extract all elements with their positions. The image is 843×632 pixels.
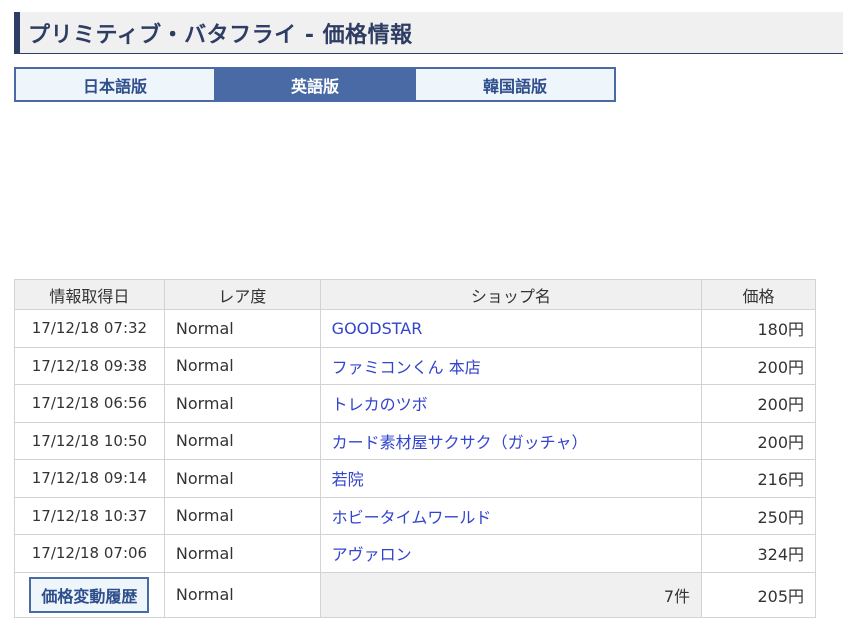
- column-header-rarity: レア度: [163, 279, 321, 310]
- date-cell: 17/12/18 10:37: [14, 496, 165, 535]
- table-row: 17/12/18 10:50 Normal カード素材屋サクサク（ガッチャ） 2…: [14, 421, 816, 460]
- page-title: プリミティブ・バタフライ - 価格情報: [28, 22, 413, 48]
- price-cell: 200円: [701, 346, 816, 385]
- column-header-date: 情報取得日: [14, 279, 165, 310]
- tab-japanese[interactable]: 日本語版: [16, 69, 214, 100]
- date-cell: 17/12/18 10:50: [14, 421, 165, 460]
- date-cell: 17/12/18 09:38: [14, 346, 165, 385]
- price-cell: 216円: [701, 459, 816, 498]
- rarity-cell: Normal: [163, 459, 321, 498]
- table-row: 17/12/18 09:38 Normal ファミコンくん 本店 200円: [14, 346, 816, 385]
- shop-cell: アヴァロン: [319, 534, 703, 573]
- table-row: 17/12/18 10:37 Normal ホビータイムワールド 250円: [14, 496, 816, 535]
- rarity-cell: Normal: [163, 384, 321, 423]
- price-table: 情報取得日 レア度 ショップ名 価格 17/12/18 07:32 Normal…: [14, 279, 816, 618]
- rarity-cell: Normal: [163, 534, 321, 573]
- rarity-cell: Normal: [163, 421, 321, 460]
- price-cell: 180円: [701, 309, 816, 348]
- table-row: 17/12/18 07:06 Normal アヴァロン 324円: [14, 534, 816, 573]
- shop-link[interactable]: カード素材屋サクサク（ガッチャ）: [332, 433, 588, 452]
- summary-count-cell: 7件: [319, 571, 703, 618]
- summary-button-cell: 価格変動履歴: [14, 571, 165, 618]
- price-cell: 324円: [701, 534, 816, 573]
- summary-row: 価格変動履歴 Normal 7件 205円: [14, 571, 816, 618]
- shop-link[interactable]: トレカのツボ: [332, 395, 428, 414]
- shop-cell: ホビータイムワールド: [319, 496, 703, 535]
- table-header-row: 情報取得日 レア度 ショップ名 価格: [14, 279, 816, 310]
- page-header: プリミティブ・バタフライ - 価格情報: [14, 12, 843, 54]
- rarity-cell: Normal: [163, 309, 321, 348]
- shop-link[interactable]: GOODSTAR: [332, 319, 423, 338]
- rarity-cell: Normal: [163, 346, 321, 385]
- date-cell: 17/12/18 06:56: [14, 384, 165, 423]
- shop-cell: ファミコンくん 本店: [319, 346, 703, 385]
- tab-english[interactable]: 英語版: [214, 69, 414, 100]
- tab-korean[interactable]: 韓国語版: [414, 69, 614, 100]
- column-header-price: 価格: [701, 279, 816, 310]
- date-cell: 17/12/18 09:14: [14, 459, 165, 498]
- date-cell: 17/12/18 07:06: [14, 534, 165, 573]
- date-cell: 17/12/18 07:32: [14, 309, 165, 348]
- shop-cell: トレカのツボ: [319, 384, 703, 423]
- shop-cell: 若院: [319, 459, 703, 498]
- price-cell: 200円: [701, 421, 816, 460]
- price-cell: 200円: [701, 384, 816, 423]
- summary-price-cell: 205円: [701, 571, 816, 618]
- table-row: 17/12/18 06:56 Normal トレカのツボ 200円: [14, 384, 816, 423]
- rarity-cell: Normal: [163, 496, 321, 535]
- table-row: 17/12/18 09:14 Normal 若院 216円: [14, 459, 816, 498]
- shop-link[interactable]: 若院: [332, 470, 364, 489]
- shop-link[interactable]: ファミコンくん 本店: [332, 358, 481, 377]
- summary-rarity-cell: Normal: [163, 571, 321, 618]
- shop-cell: GOODSTAR: [319, 309, 703, 348]
- column-header-shop: ショップ名: [319, 279, 703, 310]
- price-cell: 250円: [701, 496, 816, 535]
- shop-link[interactable]: アヴァロン: [332, 545, 412, 564]
- table-row: 17/12/18 07:32 Normal GOODSTAR 180円: [14, 309, 816, 348]
- price-history-button[interactable]: 価格変動履歴: [29, 576, 150, 613]
- shop-cell: カード素材屋サクサク（ガッチャ）: [319, 421, 703, 460]
- shop-link[interactable]: ホビータイムワールド: [332, 508, 492, 527]
- language-tabs: 日本語版 英語版 韓国語版: [14, 67, 616, 102]
